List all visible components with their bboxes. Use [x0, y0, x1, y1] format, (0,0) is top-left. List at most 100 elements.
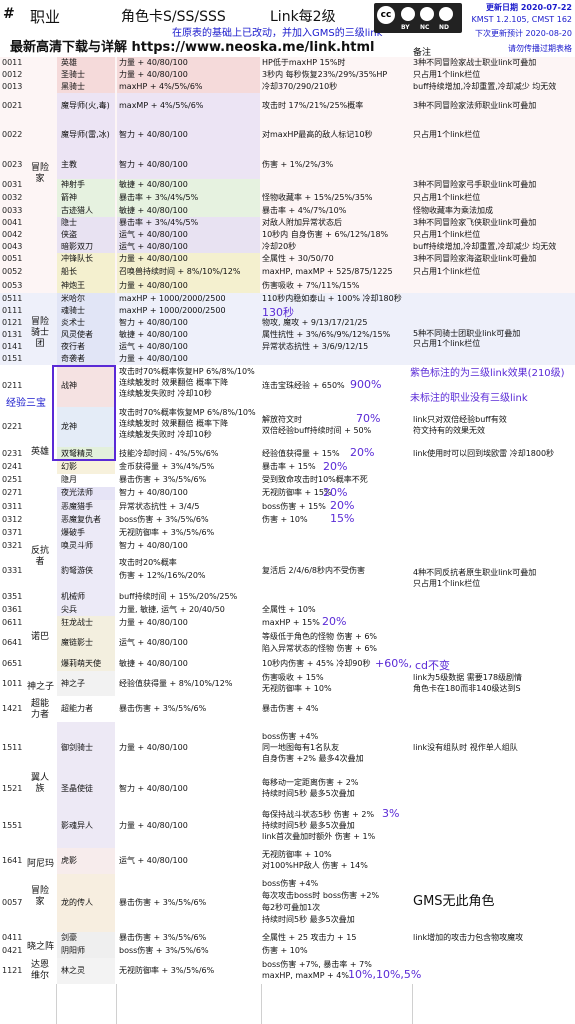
row-code: 0032 [2, 193, 23, 202]
row-card: 力量, 敏捷, 运气 + 20/40/50 [119, 604, 225, 614]
row-link: boss伤害 +4% [262, 731, 319, 741]
table-row: 0312 恶魔复仇者 boss伤害 + 3%/5%/6% 伤害 + 10% 15% [0, 512, 575, 526]
row-card: 力量 + 40/80/100 [119, 58, 188, 67]
row-job: 主教 [61, 160, 77, 169]
row-note: 只占用1个link栏位 [413, 579, 481, 588]
row-note: 只占用1个link栏位 [413, 70, 481, 79]
annotation: 未标注的职业没有三级link [410, 393, 528, 404]
row-note: 只占用1个link栏位 [413, 130, 481, 139]
row-job: 魔链影士 [61, 638, 93, 647]
row-code: 0042 [2, 230, 23, 239]
row-job: 阴阳师 [61, 946, 85, 955]
row-link: 怪物收藏率 + 15%/25%/35% [262, 193, 373, 202]
row-code: 0361 [2, 604, 23, 614]
row-card: 暴击率 + 3%/4%/5% [119, 193, 199, 202]
row-note: 只占用1个link栏位 [413, 193, 481, 202]
table-row: 0031 神射手 敏捷 + 40/80/100 3种不同冒险家弓手职业link可叠加 [0, 179, 575, 191]
row-link: 同一地图每有1名队友 [262, 742, 340, 752]
class-group-label: 超能力者 [30, 699, 49, 720]
row-link: 伤害 + 10% [262, 946, 308, 955]
purple-annotation: 900% [350, 378, 382, 391]
purple-annotation: 20% [322, 615, 347, 628]
row-card: 运气 + 40/80/100 [119, 856, 188, 865]
row-card: 连续触发时 效果翻倍 概率下降 [119, 378, 229, 387]
license-nd: ND [439, 24, 450, 31]
row-code: 0351 [2, 591, 23, 601]
knights-note: 只占用1个link栏位 [413, 339, 481, 348]
table-row: 0251 隐月 暴击伤害 + 3%/5%/6% 受到致命攻击时10%概率不死 [0, 474, 575, 487]
row-card: 攻击时70%概率恢复HP 6%/8%/10% [119, 367, 255, 376]
row-job: 剑豪 [61, 933, 77, 942]
row-card: 暴击伤害 + 3%/5%/6% [119, 704, 207, 713]
row-note: 3种不同冒险家海盗职业link可叠加 [413, 254, 537, 263]
row-link: 全属性 + 30/50/70 [262, 254, 334, 263]
table-row: 0051 冲锋队长 力量 + 40/80/100 全属性 + 30/50/70 3种不同… [0, 253, 575, 265]
table-row: 0041 隐士 暴击率 + 3%/4%/5% 对敌人附加异常状态后 3种不同冒险家飞侠职… [0, 217, 575, 229]
row-card: 力量 + 40/80/100 [119, 617, 188, 627]
table-row: 0651 爆莉萌天使 敏捷 + 40/80/100 10秒内伤害 + 45% 冷却90… [0, 657, 575, 672]
table-row: 0023 主教 智力 + 40/80/100 伤害 + 1%/2%/3% [0, 151, 575, 179]
annotation: 紫色标注的为三级link效果(210级) [410, 368, 565, 379]
row-note: 角色卡在180而非140级达到S [413, 684, 521, 693]
row-link: 10秒内 自身伤害 + 6%/12%/18% [262, 230, 389, 239]
row-code: 0013 [2, 82, 23, 91]
row-code: 0312 [2, 514, 23, 524]
row-card: 技能冷却时间 - 4%/5%/6% [119, 449, 219, 458]
row-code: 0012 [2, 70, 23, 79]
row-note: 3种不同冒险家法师职业link可叠加 [413, 101, 537, 110]
knights-note: 5种不同骑士团职业link可叠加 [413, 329, 521, 338]
row-link: 连击宝珠经验 + 650% [262, 381, 345, 390]
row-link: 解放符文时 [262, 415, 302, 424]
row-card: boss伤害 + 3%/5%/6% [119, 514, 209, 524]
row-card: 无视防御率 + 3%/5%/6% [119, 966, 215, 975]
class-group-label: 冒险家 [30, 886, 49, 907]
table-row: 1521 圣晶使徒 智力 + 40/80/100 每移动一定距离伤害 + 2% 持续时间… [0, 774, 575, 804]
row-link: 冷却370/290/210秒 [262, 82, 338, 91]
row-link: 冷却20秒 [262, 242, 297, 251]
row-job: 林之灵 [61, 966, 85, 975]
row-card: 力量 + 40/80/100 [119, 743, 188, 752]
row-job: 隐月 [61, 475, 77, 484]
row-code: 0241 [2, 462, 23, 471]
row-job: 神炮王 [61, 281, 85, 290]
table-row: 0033 古迹猎人 敏捷 + 40/80/100 暴击率 + 4%/7%/10% 怪物收… [0, 205, 575, 217]
table-row: 1011 神之子 经验值获得量 + 8%/10%/12% 伤害吸收 + 15% 无视防御… [0, 671, 575, 696]
row-link: 伤害吸收 + 15% [262, 673, 324, 682]
row-job: 圣晶使徒 [61, 784, 93, 793]
row-job: 恶魔猎手 [61, 501, 93, 511]
col-job: 职业 [30, 8, 61, 26]
row-card: maxHP + 1000/2000/2500 [119, 294, 226, 303]
row-card: 智力 + 40/80/100 [119, 784, 188, 793]
row-note: link只对双倍经验buff有效 [413, 415, 507, 424]
table-row: 1551 影魂异人 力量 + 40/80/100 每保持战斗状态5秒 伤害 + 2% 持… [0, 804, 575, 848]
row-card: 金币获得量 + 3%/4%/5% [119, 462, 215, 471]
row-note: 怪物收藏率为乘法加成 [413, 206, 493, 215]
row-card: 智力 + 40/80/100 [119, 540, 188, 550]
row-job: 船长 [61, 267, 77, 276]
row-code: 0211 [2, 381, 23, 390]
knights-seconds: 130秒 [262, 306, 294, 319]
knight-extra: 130秒 [0, 305, 575, 319]
download-link[interactable]: 最新高清下载与详解 https://www.neoska.me/link.htm… [10, 36, 375, 55]
row-job: 奇袭者 [61, 354, 85, 363]
row-card: 力量 + 40/80/100 [119, 354, 188, 363]
table-row: 1421 超能力者 暴击伤害 + 3%/5%/6% 暴击伤害 + 4% 超能力者 [0, 696, 575, 722]
row-link: 持续时间5秒 最多5次叠加 [262, 789, 355, 798]
row-code: 1551 [2, 821, 23, 830]
row-card: 召唤兽持续时间 + 8%/10%/12% [119, 267, 241, 276]
row-code: 0271 [2, 488, 23, 497]
by-icon [401, 7, 415, 21]
row-job: 机械师 [61, 591, 85, 601]
row-code: 0371 [2, 527, 23, 537]
update-date: 更新日期 2020-07-22 [486, 3, 572, 12]
row-code: 0011 [2, 58, 23, 67]
gms-note: GMS无此角色 [413, 894, 495, 909]
purple-annotation: 20% [350, 446, 375, 459]
row-note: link增加的攻击力包含物攻魔攻 [413, 933, 524, 942]
row-card: 敏捷 + 40/80/100 [119, 180, 188, 189]
row-code: 0651 [2, 659, 23, 668]
col-card: 角色卡S/SS/SSS [121, 9, 226, 25]
notice: 请勿传播过期表格 [508, 44, 572, 53]
row-card: 暴击伤害 + 3%/5%/6% [119, 898, 207, 907]
class-group-label: 达恩维尔 [30, 960, 49, 981]
